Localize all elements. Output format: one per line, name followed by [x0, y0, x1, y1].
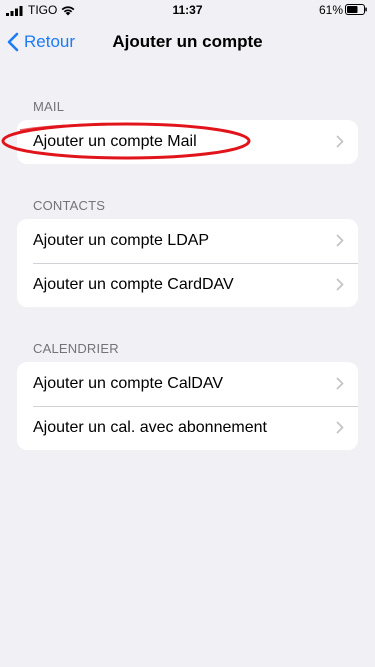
list-item-label: Ajouter un compte Mail — [33, 133, 197, 150]
page-title: Ajouter un compte — [112, 32, 263, 51]
section-header-mail: MAIL — [33, 99, 65, 114]
list-item-add-carddav-account[interactable]: Ajouter un compte CardDAV — [17, 263, 358, 307]
section-header-contacts: CONTACTS — [33, 198, 106, 213]
group-calendrier: Ajouter un compte CalDAV Ajouter un cal.… — [17, 362, 358, 450]
section-header-calendrier: CALENDRIER — [33, 341, 119, 356]
list-item-add-subscribed-calendar[interactable]: Ajouter un cal. avec abonnement — [17, 406, 358, 450]
list-item-label: Ajouter un compte CardDAV — [33, 276, 234, 293]
chevron-right-icon — [336, 421, 344, 434]
status-bar: TIGO 11:37 61% — [0, 0, 375, 20]
navigation-bar: Retour Ajouter un compte — [0, 20, 375, 64]
group-contacts: Ajouter un compte LDAP Ajouter un compte… — [17, 219, 358, 307]
list-item-add-caldav-account[interactable]: Ajouter un compte CalDAV — [17, 362, 358, 406]
chevron-right-icon — [336, 234, 344, 247]
list-item-add-ldap-account[interactable]: Ajouter un compte LDAP — [17, 219, 358, 263]
group-mail: Ajouter un compte Mail — [17, 120, 358, 164]
list-item-label: Ajouter un compte LDAP — [33, 232, 210, 249]
row-divider — [33, 263, 358, 264]
list-item-add-mail-account[interactable]: Ajouter un compte Mail — [17, 120, 358, 164]
chevron-right-icon — [336, 135, 344, 148]
row-divider — [33, 406, 358, 407]
list-item-label: Ajouter un compte CalDAV — [33, 375, 224, 392]
chevron-right-icon — [336, 278, 344, 291]
chevron-right-icon — [336, 377, 344, 390]
list-item-label: Ajouter un cal. avec abonnement — [33, 419, 267, 436]
battery-percent: 61% — [318, 3, 343, 17]
battery-icon — [345, 4, 367, 15]
